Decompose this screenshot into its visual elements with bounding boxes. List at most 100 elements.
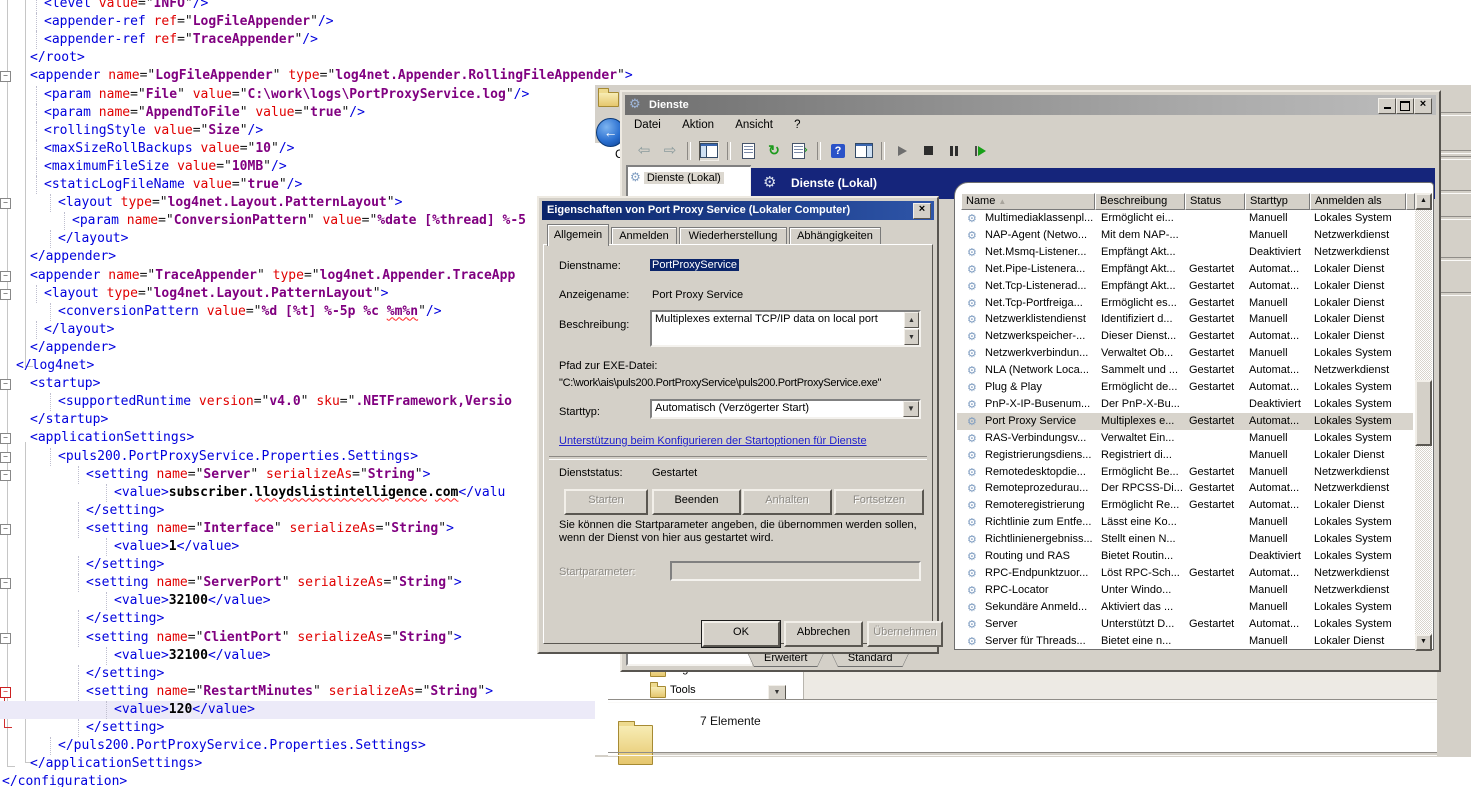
minimize-button[interactable]	[1378, 98, 1396, 114]
service-row[interactable]: ⚙NLA (Network Loca...Sammelt und ...Gest…	[957, 362, 1413, 379]
service-row[interactable]: ⚙Remotedesktopdie...Ermöglicht Be...Gest…	[957, 464, 1413, 481]
service-row[interactable]: ⚙Plug & PlayErmöglicht de...GestartetAut…	[957, 379, 1413, 396]
service-gear-icon: ⚙	[967, 245, 977, 262]
service-row[interactable]: ⚙Routing und RASBietet Routin...Deaktivi…	[957, 548, 1413, 565]
starten-button[interactable]: Starten	[564, 489, 648, 515]
fold-marker[interactable]: −	[0, 271, 11, 282]
status-text: 7 Elemente	[700, 714, 761, 728]
service-row[interactable]: ⚙Remoteprozedurau...Der RPCSS-Di...Gesta…	[957, 480, 1413, 497]
beschreibung-field[interactable]: Multiplexes external TCP/IP data on loca…	[650, 310, 921, 347]
help-icon[interactable]: ?	[829, 142, 847, 160]
start-service-icon[interactable]	[893, 142, 911, 160]
scroll-down-button[interactable]: ▼	[1415, 634, 1432, 651]
pause-service-icon[interactable]	[945, 142, 963, 160]
column-header-name[interactable]: Name ▲	[961, 193, 1095, 210]
service-row[interactable]: ⚙RPC-Endpunktzuor...Löst RPC-Sch...Gesta…	[957, 565, 1413, 582]
menu-datei[interactable]: Datei	[625, 116, 670, 131]
ok-button[interactable]: OK	[702, 621, 780, 647]
close-icon[interactable]: ×	[913, 203, 931, 219]
service-row[interactable]: ⚙Net.Msmq-Listener...Empfängt Akt...Deak…	[957, 244, 1413, 261]
show-console-tree-icon[interactable]	[699, 141, 719, 161]
anhalten-button[interactable]: Anhalten	[742, 489, 832, 515]
service-row[interactable]: ⚙Netzwerkspeicher-...Dieser Dienst...Ges…	[957, 328, 1413, 345]
scroll-up-icon[interactable]: ▲	[904, 312, 919, 328]
forward-icon[interactable]: ⇨	[661, 142, 679, 160]
service-row[interactable]: ⚙PnP-X-IP-Busenum...Der PnP-X-Bu...Deakt…	[957, 396, 1413, 413]
fold-marker[interactable]: −	[0, 379, 11, 390]
code-line: </configuration>	[0, 773, 1471, 787]
chevron-down-icon[interactable]: ▼	[903, 401, 919, 417]
scroll-down-icon[interactable]: ▼	[904, 329, 919, 345]
scrollbar-thumb[interactable]	[1415, 380, 1432, 446]
fold-marker[interactable]: −	[0, 198, 11, 209]
tree-item-dienste-lokal[interactable]: ⚙ Dienste (Lokal)	[630, 170, 748, 184]
stop-service-icon[interactable]	[919, 142, 937, 160]
fold-marker[interactable]: −	[0, 524, 11, 535]
maximize-button[interactable]	[1396, 98, 1414, 114]
service-row[interactable]: ⚙Sekundäre Anmeld...Aktiviert das ...Man…	[957, 599, 1413, 616]
service-cell: Lässt eine Ko...	[1101, 514, 1185, 531]
service-row[interactable]: ⚙Netzwerkverbindun...Verwaltet Ob...Gest…	[957, 345, 1413, 362]
fold-marker[interactable]: −	[0, 433, 11, 444]
uebernehmen-button[interactable]: Übernehmen	[867, 621, 943, 647]
service-row[interactable]: ⚙NAP-Agent (Netwo...Mit dem NAP-...Manue…	[957, 227, 1413, 244]
service-row[interactable]: ⚙Richtlinienergebniss...Stellt einen N..…	[957, 531, 1413, 548]
service-row[interactable]: ⚙Richtlinie zum Entfe...Lässt eine Ko...…	[957, 514, 1413, 531]
abbrechen-button[interactable]: Abbrechen	[784, 621, 863, 647]
service-row[interactable]: ⚙Registrierungsdiens...Registriert di...…	[957, 447, 1413, 464]
menu-aktion[interactable]: Aktion	[673, 116, 723, 131]
service-row-selected[interactable]: ⚙Port Proxy ServiceMultiplexes e...Gesta…	[957, 413, 1413, 430]
back-icon[interactable]: ⇦	[635, 142, 653, 160]
fold-marker[interactable]: −	[0, 470, 11, 481]
tab-anmelden[interactable]: Anmelden	[611, 227, 677, 245]
service-row[interactable]: ⚙RAS-Verbindungsv...Verwaltet Ein...Manu…	[957, 430, 1413, 447]
file-item[interactable]: Tools	[650, 681, 770, 699]
refresh-icon[interactable]: ↻	[765, 142, 783, 160]
column-header-beschreibung[interactable]: Beschreibung	[1095, 193, 1185, 210]
tab-wiederherstellung[interactable]: Wiederherstellung	[679, 227, 787, 245]
divider	[1437, 190, 1471, 194]
column-header-anmelden-als[interactable]: Anmelden als	[1310, 193, 1406, 210]
service-row[interactable]: ⚙Multimediaklassenpl...Ermöglicht ei...M…	[957, 210, 1413, 227]
properties-icon[interactable]	[739, 142, 757, 160]
service-row[interactable]: ⚙Net.Tcp-Portfreiga...Ermöglicht es...Ge…	[957, 295, 1413, 312]
fortsetzen-button[interactable]: Fortsetzen	[834, 489, 924, 515]
service-row[interactable]: ⚙Net.Pipe-Listenera...Empfängt Akt...Ges…	[957, 261, 1413, 278]
export-list-icon[interactable]: ⇨	[791, 142, 809, 160]
service-gear-icon: ⚙	[967, 228, 977, 245]
close-button[interactable]: ×	[1414, 98, 1432, 114]
dialog-title-bar[interactable]: Eigenschaften von Port Proxy Service (Lo…	[542, 201, 934, 220]
title-bar[interactable]: ⚙ Dienste ×	[625, 95, 1436, 115]
service-row[interactable]: ⚙RPC-LocatorUnter Windo...ManuellNetzwer…	[957, 582, 1413, 599]
show-description-icon[interactable]	[855, 142, 873, 160]
service-row[interactable]: ⚙RemoteregistrierungErmöglicht Re...Gest…	[957, 497, 1413, 514]
tab-abhaengigkeiten[interactable]: Abhängigkeiten	[789, 227, 881, 245]
startparameter-input[interactable]	[670, 561, 921, 581]
column-header-starttyp[interactable]: Starttyp	[1245, 193, 1310, 210]
fold-marker[interactable]: −	[0, 578, 11, 589]
service-row[interactable]: ⚙Server für Threads...Bietet eine n...Ma…	[957, 633, 1413, 650]
service-cell: Lokaler Dienst	[1314, 311, 1408, 328]
fold-marker-current[interactable]: −	[0, 687, 11, 698]
dropdown-button[interactable]: ▼	[768, 685, 786, 700]
startoptions-link[interactable]: Unterstützung beim Konfigurieren der Sta…	[559, 435, 867, 447]
restart-service-icon[interactable]	[971, 142, 989, 160]
beenden-button[interactable]: Beenden	[652, 489, 741, 515]
fold-marker[interactable]: −	[0, 633, 11, 644]
big-folder-icon	[618, 725, 653, 765]
service-gear-icon: ⚙	[967, 312, 977, 329]
fold-marker[interactable]: −	[0, 452, 11, 463]
scroll-up-button[interactable]: ▲	[1415, 193, 1432, 210]
service-cell: Ermöglicht Re...	[1101, 497, 1185, 514]
service-cell: Deaktiviert	[1249, 244, 1310, 261]
service-row[interactable]: ⚙Net.Tcp-Listenerad...Empfängt Akt...Ges…	[957, 278, 1413, 295]
menu-hilfe[interactable]: ?	[785, 116, 809, 131]
service-row[interactable]: ⚙NetzwerklistendienstIdentifiziert d...G…	[957, 311, 1413, 328]
menu-ansicht[interactable]: Ansicht	[726, 116, 782, 131]
fold-marker[interactable]: −	[0, 289, 11, 300]
column-header-status[interactable]: Status	[1185, 193, 1245, 210]
tab-allgemein[interactable]: Allgemein	[547, 224, 609, 246]
service-row[interactable]: ⚙ServerUnterstützt D...GestartetAutomat.…	[957, 616, 1413, 633]
fold-marker[interactable]: −	[0, 71, 11, 82]
starttyp-combobox[interactable]: Automatisch (Verzögerter Start) ▼	[650, 399, 921, 419]
